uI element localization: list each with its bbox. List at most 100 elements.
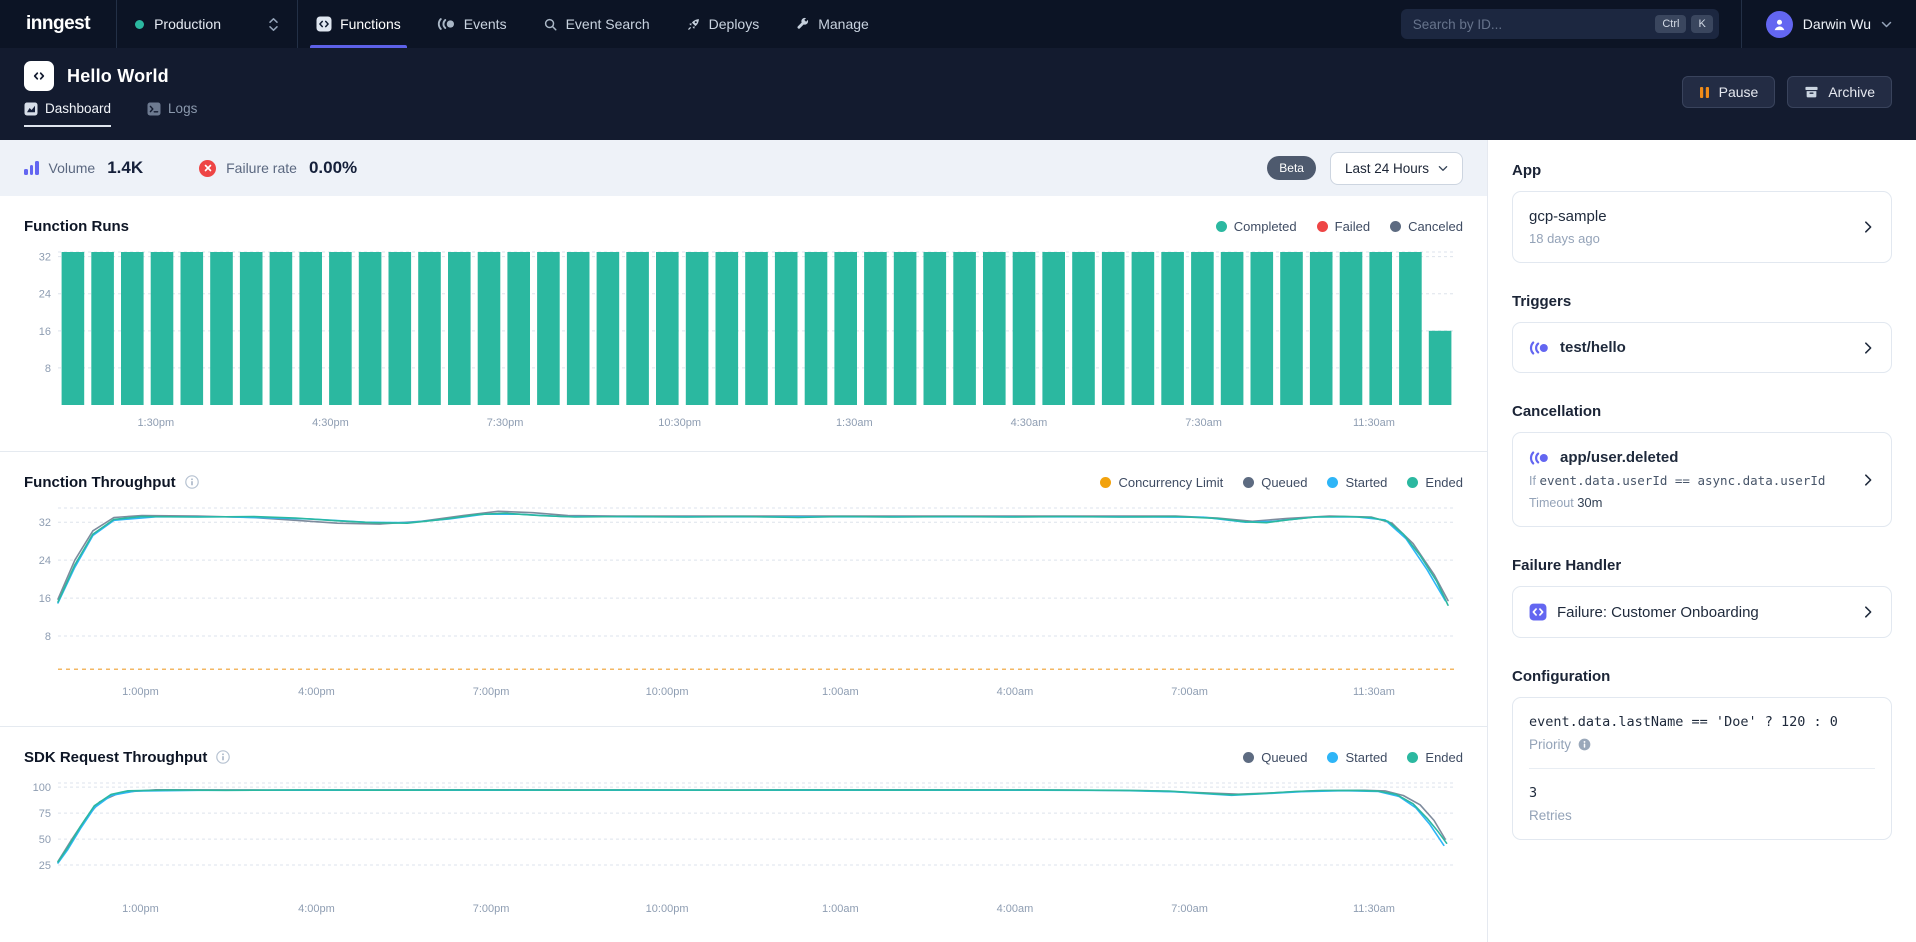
chevron-updown-icon [268,17,279,32]
environment-selector[interactable]: Production [117,0,297,48]
volume-label: Volume [49,160,96,176]
x-tick-label: 1:00pm [122,686,159,698]
nav-deploys[interactable]: Deploys [668,0,778,48]
bar [448,252,471,405]
user-name: Darwin Wu [1803,16,1871,32]
dashboard-icon [24,102,38,116]
tab-logs[interactable]: Logs [147,101,197,127]
page-title: Hello World [67,66,169,87]
bar [597,252,620,405]
trigger-name: test/hello [1560,339,1626,356]
search-input[interactable] [1413,17,1651,32]
x-tick-label: 1:00am [822,686,859,698]
function-tabs: Dashboard Logs [24,101,1892,127]
nav-functions[interactable]: Functions [298,0,419,48]
x-tick-label: 1:00am [822,903,859,915]
bar [1340,252,1363,405]
failure-rate-value: 0.00% [309,158,357,178]
bar [91,252,114,405]
timeout-label: Timeout [1529,496,1574,510]
chart-title: Function Throughput [24,474,176,491]
bar [834,252,857,405]
bar [775,252,798,405]
user-icon [1772,17,1787,32]
x-tick-label: 1:00pm [122,903,159,915]
function-throughput-chart: 81624321:00pm4:00pm7:00pm10:00pm1:00am4:… [24,498,1463,706]
app-card[interactable]: gcp-sample 18 days ago [1512,191,1892,263]
info-icon[interactable] [185,475,199,489]
priority-label: Priority [1529,737,1571,752]
bar [1132,252,1155,405]
sidebar-section-triggers: Triggers test/hello [1512,293,1892,373]
cancellation-card[interactable]: app/user.deleted If event.data.userId ==… [1512,432,1892,527]
nav-events[interactable]: Events [419,0,525,48]
time-range-select[interactable]: Last 24 Hours [1330,152,1463,185]
function-throughput-section: Function Throughput Concurrency Limit Que… [0,451,1487,726]
chevron-right-icon [1861,341,1875,355]
x-tick-label: 11:30am [1353,686,1395,698]
bar [1013,252,1036,405]
inngest-logo[interactable]: inngest [0,0,116,48]
bar [62,252,85,405]
user-menu[interactable]: Darwin Wu [1741,0,1916,48]
volume-stat: Volume 1.4K [24,158,143,178]
nav-event-search[interactable]: Event Search [525,0,668,48]
bar [805,252,828,405]
stats-right: Beta Last 24 Hours [1267,152,1463,185]
bar [299,252,322,405]
archive-label: Archive [1828,84,1875,100]
chevron-right-icon [1861,220,1875,234]
y-tick-label: 32 [39,517,51,529]
if-label: If [1529,474,1536,488]
environment-status-icon [135,20,144,29]
bar [1102,252,1125,405]
legend-canceled: Canceled [1390,219,1463,234]
x-tick-label: 1:30am [836,417,873,429]
legend-queued: Queued [1243,750,1307,765]
nav-label: Event Search [566,16,650,32]
bar [359,252,382,405]
k-kbd: K [1691,15,1712,33]
y-tick-label: 25 [39,860,51,872]
failure-rate-label: Failure rate [226,160,297,176]
main-nav: Functions Events Event Search [298,0,887,48]
nav-label: Deploys [709,16,760,32]
legend-dot-icon [1100,477,1111,488]
nav-manage[interactable]: Manage [777,0,887,48]
x-tick-label: 7:30am [1185,417,1222,429]
function-throughput-legend: Concurrency LimitQueuedStartedEnded [1100,475,1463,490]
info-icon[interactable] [216,750,230,764]
y-tick-label: 50 [39,834,51,846]
legend-dot-icon [1243,752,1254,763]
sdk-throughput-chart: 2550751001:00pm4:00pm7:00pm10:00pm1:00am… [24,773,1463,923]
bar [329,252,352,405]
tab-label: Logs [168,101,197,116]
sdk-throughput-legend: QueuedStartedEnded [1243,750,1463,765]
divider [1529,768,1875,769]
y-tick-label: 32 [39,252,51,264]
tab-dashboard[interactable]: Dashboard [24,101,111,127]
failure-handler-card[interactable]: Failure: Customer Onboarding [1512,586,1892,638]
info-icon[interactable] [1578,738,1591,751]
nav-label: Functions [340,16,401,32]
trigger-card[interactable]: test/hello [1512,322,1892,373]
legend-concurrency-limit: Concurrency Limit [1100,475,1223,490]
cancellation-event-name: app/user.deleted [1560,449,1678,466]
volume-icon [24,161,39,175]
legend-queued: Queued [1243,475,1307,490]
topbar: inngest Production Functions Events [0,0,1916,48]
bar [478,252,501,405]
archive-button[interactable]: Archive [1787,76,1892,108]
search-box[interactable]: Ctrl K [1401,9,1719,39]
series-ended [58,790,1447,862]
avatar [1766,11,1793,38]
bar [389,252,412,405]
chevron-down-icon [1881,21,1892,28]
bar [924,252,947,405]
retries-value: 3 [1529,785,1875,801]
x-tick-label: 4:00am [997,903,1034,915]
function-runs-header: Function Runs CompletedFailedCanceled [24,212,1463,240]
pause-button[interactable]: Pause [1682,76,1776,108]
bar [1310,252,1333,405]
function-runs-section: Function Runs CompletedFailedCanceled 81… [0,196,1487,451]
